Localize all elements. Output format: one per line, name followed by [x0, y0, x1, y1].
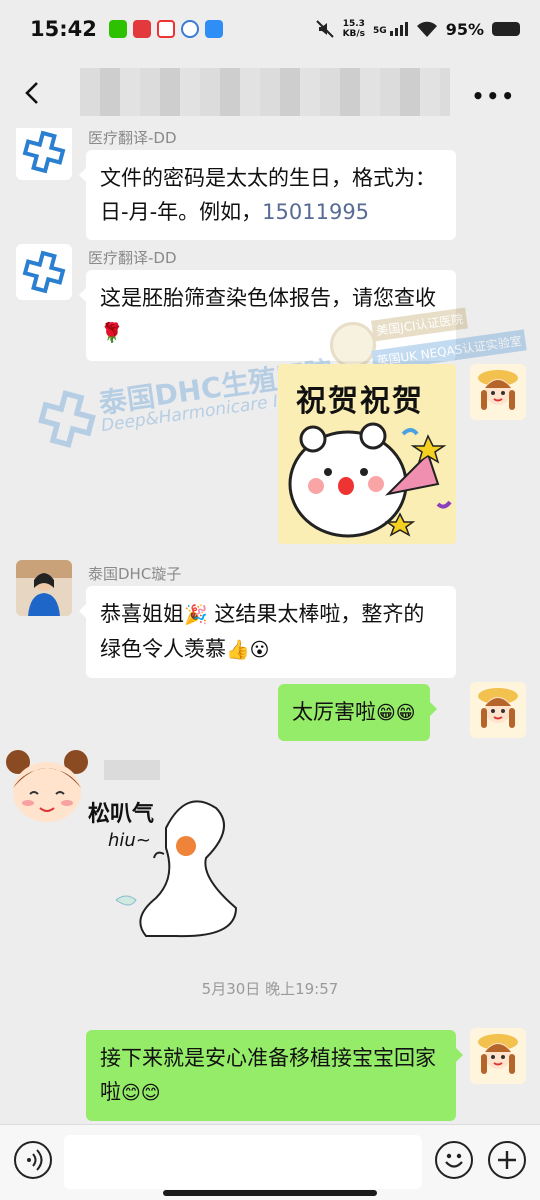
app-notification-icon: [180, 20, 199, 38]
status-bar: 15:42 15.3 KB/s 5G 95%: [0, 0, 540, 58]
message-bubble[interactable]: 文件的密码是太太的生日，格式为：日-月-年。例如，15011995: [79, 150, 456, 240]
sender-name: 医疗翻译-DD: [88, 249, 177, 267]
avatar-medical-translator[interactable]: [16, 244, 72, 300]
cartoon-girl-avatar-icon: [478, 688, 518, 728]
home-indicator[interactable]: [163, 1190, 377, 1196]
avatar-self[interactable]: [470, 364, 526, 420]
more-options-icon[interactable]: •••: [472, 84, 516, 108]
cartoon-girl-avatar-icon: [6, 750, 88, 822]
watermark-logo-icon: [38, 390, 96, 448]
wechat-notification-icon: [108, 20, 127, 38]
notification-icons: [108, 20, 223, 38]
chat-header: •••: [0, 58, 540, 128]
party-popper-emoji: 🎉: [184, 604, 208, 626]
back-icon[interactable]: [20, 80, 46, 106]
smiley-icon: [445, 1153, 463, 1168]
sender-name: 泰国DHC璇子: [88, 565, 182, 583]
message-bubble-self[interactable]: 太厉害啦😁😁: [278, 684, 437, 741]
status-time: 15:42: [30, 17, 97, 41]
avatar-dhc-staff[interactable]: [16, 560, 72, 616]
emoji-button[interactable]: [435, 1141, 473, 1179]
shopping-notification-icon: [132, 20, 151, 38]
staff-photo-avatar-icon: [16, 560, 72, 616]
battery-icon: [492, 22, 520, 36]
bear-party-sticker-icon: [288, 422, 452, 538]
map-notification-icon: [156, 20, 175, 38]
input-bar: [0, 1124, 540, 1200]
chat-title-blurred: [80, 68, 450, 116]
more-actions-button[interactable]: [488, 1141, 526, 1179]
battery-percent: 95%: [445, 19, 484, 39]
message-list[interactable]: 医疗翻译-DD 文件的密码是太太的生日，格式为：日-月-年。例如，1501199…: [0, 128, 540, 1124]
message-notification-icon: [204, 20, 223, 38]
avatar-self[interactable]: [470, 682, 526, 738]
mute-icon: [315, 20, 334, 38]
goose-sticker-icon: [115, 800, 238, 938]
cartoon-girl-avatar-icon: [478, 1034, 518, 1074]
avatar-self[interactable]: [470, 1028, 526, 1084]
signal-icon: 5G: [373, 22, 408, 36]
blurred-sender-name: [104, 760, 160, 780]
time-divider: 5月30日 晚上19:57: [201, 980, 339, 998]
phone-number-link[interactable]: 15011995: [262, 200, 369, 224]
avatar-medical-translator[interactable]: [16, 128, 72, 180]
voice-input-button[interactable]: [14, 1141, 52, 1179]
wifi-icon: [416, 21, 437, 37]
cartoon-girl-avatar-icon: [478, 370, 518, 410]
rose-emoji: 🌹: [100, 322, 124, 344]
message-bubble[interactable]: 这是胚胎筛查染色体报告，请您查收🌹: [79, 270, 456, 361]
avatar-other-user[interactable]: [0, 746, 96, 830]
plus-icon: [498, 1151, 516, 1169]
sender-name: 医疗翻译-DD: [88, 129, 177, 147]
cross-logo-icon: [22, 130, 66, 174]
message-bubble[interactable]: 恭喜姐姐🎉 这结果太棒啦，整齐的绿色令人羡慕👍😮: [79, 586, 456, 678]
message-bubble-self[interactable]: 接下来就是安心准备移植接宝宝回家啦😊😊: [86, 1030, 463, 1121]
thumbs-up-emoji: 👍😮: [226, 639, 270, 661]
voice-icon: [27, 1149, 43, 1171]
grinning-emoji: 😁😁: [376, 702, 416, 724]
goose-sticker[interactable]: 松叭气 hiu~: [86, 788, 256, 938]
message-input[interactable]: [64, 1135, 422, 1189]
cross-logo-icon: [22, 250, 66, 294]
net-speed: 15.3 KB/s: [342, 19, 366, 39]
smiling-emoji: 😊😊: [121, 1082, 161, 1104]
congratulations-sticker[interactable]: 祝贺祝贺: [278, 364, 456, 544]
status-right: 15.3 KB/s 5G 95%: [315, 19, 520, 39]
